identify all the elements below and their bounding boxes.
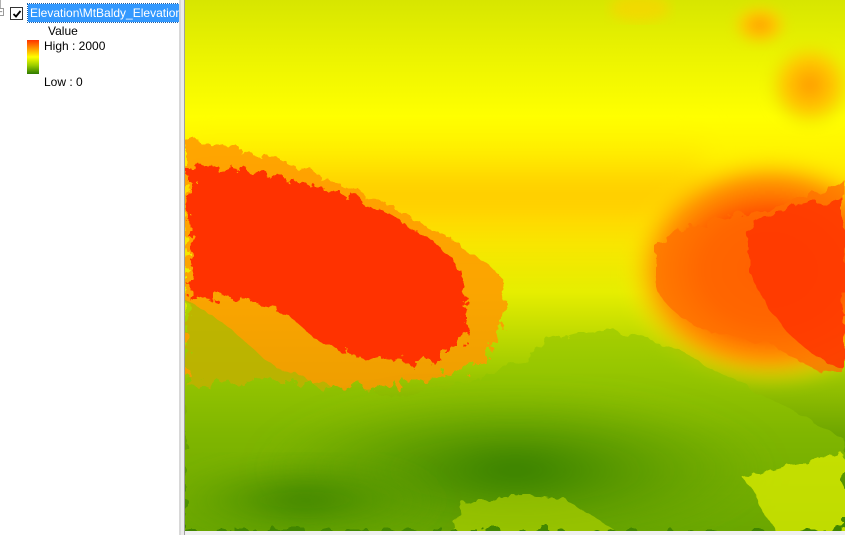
layer-name-label[interactable]: Elevation\MtBaldy_Elevation	[27, 3, 179, 23]
map-display[interactable]	[185, 0, 845, 531]
legend-low-label: Low : 0	[44, 75, 83, 89]
legend-field-label: Value	[48, 24, 78, 38]
map-bottom-edge	[185, 531, 845, 535]
legend-color-ramp[interactable]	[27, 40, 39, 74]
table-of-contents: – Elevation\MtBaldy_Elevation Value High…	[0, 0, 179, 535]
expander-minus-icon[interactable]: –	[0, 8, 4, 16]
layer-visibility-checkbox[interactable]	[10, 7, 23, 20]
legend-high-label: High : 2000	[44, 39, 106, 53]
elevation-raster	[185, 0, 845, 531]
checkbox-checked-icon	[12, 10, 22, 18]
